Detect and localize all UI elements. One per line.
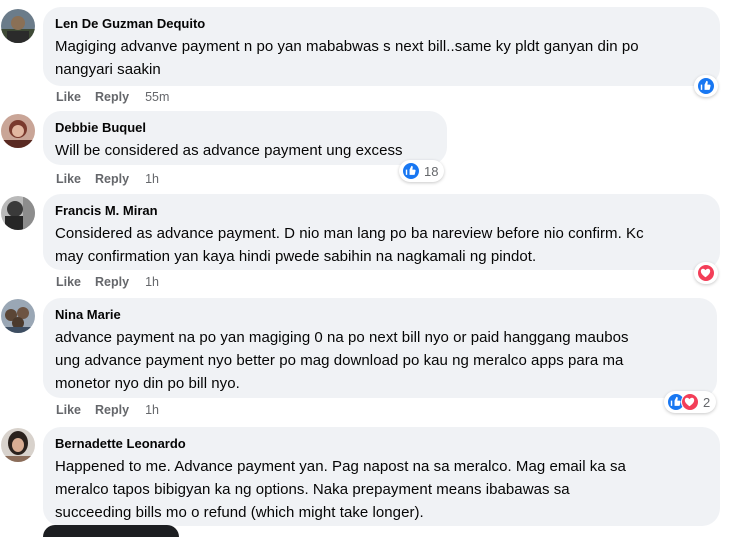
like-button[interactable]: Like [56,171,81,187]
avatar[interactable] [1,114,35,148]
comment-bubble: Len De Guzman Dequito Magiging advanve p… [43,7,720,86]
comment-text-line: ung advance payment nyo better po mag do… [55,352,624,369]
reaction-count: 2 [703,394,711,410]
comment-text: advance payment na po yan magiging 0 na … [55,326,705,395]
comment-text-line: advance payment na po yan magiging 0 na … [55,329,629,346]
reaction-summary[interactable] [694,262,718,284]
comment-text-line: may confirmation yan kaya hindi pwede sa… [55,248,537,265]
comment-text: Happened to me. Advance payment yan. Pag… [55,455,708,524]
like-reaction-icon [402,162,420,180]
comment-text: Will be considered as advance payment un… [55,139,435,162]
comment-author[interactable]: Bernadette Leonardo [55,435,708,453]
reply-button[interactable]: Reply [95,274,129,290]
comment-text-line: Considered as advance payment. D nio man… [55,225,644,242]
comment-actions: Like Reply 55m [56,89,169,105]
reply-button[interactable]: Reply [95,171,129,187]
like-button[interactable]: Like [56,402,81,418]
comment-text-line: meralco tapos bibigyan ka ng options. Na… [55,481,570,498]
comment-text-line: Will be considered as advance payment un… [55,142,403,159]
like-button[interactable]: Like [56,274,81,290]
avatar[interactable] [1,428,35,462]
comment-text-line: Magiging advanve payment n po yan mababw… [55,38,639,55]
love-reaction-icon [681,393,699,411]
comment-author[interactable]: Debbie Buquel [55,119,435,137]
comment-timestamp[interactable]: 55m [145,89,169,105]
reaction-summary[interactable]: 2 [664,391,717,413]
comment-text-line: monetor nyo din po bill nyo. [55,375,240,392]
comment-timestamp[interactable]: 1h [145,274,159,290]
comment-bubble: Nina Marie advance payment na po yan mag… [43,298,717,398]
comment-timestamp[interactable]: 1h [145,402,159,418]
comment-text-line: succeeding bills mo o refund (which migh… [55,504,424,521]
comment-text: Magiging advanve payment n po yan mababw… [55,35,708,81]
like-button[interactable]: Like [56,89,81,105]
avatar[interactable] [1,196,35,230]
comment-actions: Like Reply 1h [56,402,159,418]
reply-button[interactable]: Reply [95,89,129,105]
comment-author[interactable]: Francis M. Miran [55,202,708,220]
comment-author[interactable]: Nina Marie [55,306,705,324]
reaction-count: 18 [424,163,439,179]
comment-bubble: Francis M. Miran Considered as advance p… [43,194,720,270]
comment-author[interactable]: Len De Guzman Dequito [55,15,708,33]
comment-text-line: nangyari saakin [55,61,161,78]
comment-bubble: Debbie Buquel Will be considered as adva… [43,111,447,165]
next-item-edge [43,525,179,537]
comment-text: Considered as advance payment. D nio man… [55,222,708,268]
comment-text-line: Happened to me. Advance payment yan. Pag… [55,458,626,475]
like-reaction-icon [697,77,715,95]
comment-bubble: Bernadette Leonardo Happened to me. Adva… [43,427,720,526]
reaction-summary[interactable]: 18 [399,160,445,182]
comment-timestamp[interactable]: 1h [145,171,159,187]
avatar[interactable] [1,299,35,333]
avatar[interactable] [1,9,35,43]
reply-button[interactable]: Reply [95,402,129,418]
comment-actions: Like Reply 1h [56,171,159,187]
comment-actions: Like Reply 1h [56,274,159,290]
love-reaction-icon [697,264,715,282]
reaction-summary[interactable] [694,75,718,97]
